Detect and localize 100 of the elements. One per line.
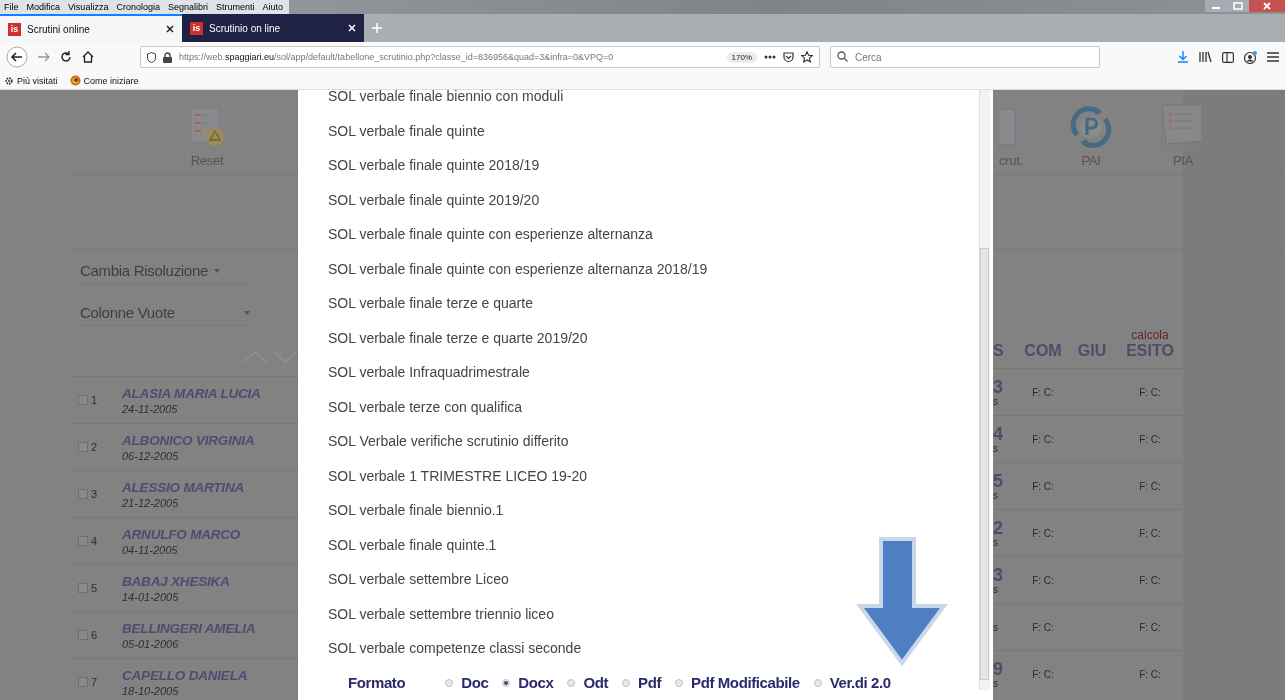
dropdown-label: Colonne Vuote: [80, 304, 175, 321]
table-cell: F: C:: [1139, 668, 1161, 680]
table-cell: F: C:: [1032, 386, 1054, 398]
account-icon[interactable]: [1244, 50, 1257, 64]
plus-icon[interactable]: [372, 23, 382, 33]
sort-chevrons-icon[interactable]: [242, 348, 298, 364]
template-option[interactable]: SOL verbale finale quinte 2019/20: [328, 190, 540, 209]
favicon-icon: is: [190, 21, 203, 35]
format-label: Formato: [348, 674, 406, 692]
menu-item[interactable]: Visualizza: [68, 0, 109, 14]
caret-icon: [244, 310, 250, 315]
grade-note: s: [993, 489, 998, 501]
download-icon[interactable]: [1177, 51, 1189, 63]
browser-tab[interactable]: is Scrutini online: [0, 14, 182, 42]
row-checkbox[interactable]: [78, 395, 88, 405]
more-icon[interactable]: [764, 55, 776, 59]
template-option[interactable]: SOL verbale competenze classi seconde: [328, 639, 582, 657]
gear-icon: [4, 75, 14, 86]
radio-button[interactable]: [502, 678, 511, 687]
menu-item[interactable]: Modifica: [26, 0, 61, 14]
template-option[interactable]: SOL verbale finale quinte.1: [328, 535, 497, 554]
format-option[interactable]: Docx: [502, 674, 554, 692]
template-option[interactable]: SOL verbale finale biennio.1: [328, 501, 504, 519]
caret-icon: [214, 268, 220, 273]
minimize-icon[interactable]: [1205, 0, 1227, 12]
birth-date: 21-12-2005: [122, 496, 180, 509]
globe-icon: [69, 75, 81, 86]
menu-item[interactable]: Strumenti: [215, 0, 255, 14]
template-option[interactable]: SOL verbale finale terze e quarte 2019/20: [328, 328, 588, 347]
format-option[interactable]: Ver.di 2.0: [813, 674, 891, 692]
format-option[interactable]: Pdf Modificabile: [675, 674, 800, 692]
grade-note: s: [993, 536, 998, 548]
menu-item[interactable]: Segnalibri: [167, 0, 208, 14]
grade-note: s: [993, 621, 998, 633]
table-cell: F: C:: [1032, 621, 1054, 633]
back-icon[interactable]: [6, 46, 28, 68]
zoom-level[interactable]: 170%: [726, 51, 757, 63]
template-option[interactable]: SOL verbale settembre triennio liceo: [328, 604, 554, 623]
radio-button[interactable]: [567, 678, 576, 687]
template-option[interactable]: SOL verbale finale quinte 2018/19: [328, 156, 540, 174]
menu-item[interactable]: Aiuto: [262, 0, 283, 14]
row-number: 5: [91, 582, 98, 594]
template-option[interactable]: SOL verbale finale quinte con esperienze alternanza: [328, 225, 653, 243]
star-icon[interactable]: [801, 51, 813, 63]
menu-item[interactable]: File: [4, 0, 19, 14]
template-option[interactable]: SOL verbale finale terze e quarte: [328, 294, 533, 312]
favicon-icon: is: [8, 22, 21, 36]
forward-icon[interactable]: [38, 52, 50, 62]
menu-item[interactable]: Cronologia: [116, 0, 160, 14]
scrollbar[interactable]: [979, 90, 990, 690]
birth-date: 04-11-2005: [122, 543, 179, 556]
row-number: 2: [91, 441, 98, 453]
bookmark-item[interactable]: Più visitati: [4, 75, 58, 86]
birth-date: 24-11-2005: [122, 402, 179, 415]
template-option[interactable]: SOL verbale 1 TRIMESTRE LICEO 19-20: [328, 466, 588, 485]
row-checkbox[interactable]: [78, 489, 88, 499]
address-bar[interactable]: https://web.spaggiari.eu/sol/app/default/tabellone_scrutinio.php?classe_id=836956&quad=3&infra=0&VPQ=0 170%: [140, 46, 820, 68]
table-cell: F: C:: [1032, 668, 1054, 680]
pocket-icon[interactable]: [783, 51, 794, 63]
row-checkbox[interactable]: [78, 442, 88, 452]
reload-icon[interactable]: [60, 51, 72, 63]
shield-icon: [147, 51, 156, 63]
table-cell: F: C:: [1032, 574, 1054, 586]
sidebar-icon[interactable]: [1222, 51, 1234, 63]
table-cell: F: C:: [1139, 621, 1161, 633]
bookmark-item[interactable]: Come iniziare: [69, 75, 139, 86]
close-icon[interactable]: [166, 25, 174, 33]
row-checkbox[interactable]: [78, 536, 88, 546]
table-cell: F: C:: [1032, 480, 1054, 492]
row-checkbox[interactable]: [78, 677, 88, 687]
template-option[interactable]: SOL verbale Infraquadrimestrale: [328, 363, 530, 381]
template-option[interactable]: SOL verbale finale biennio con moduli: [328, 90, 564, 105]
template-option[interactable]: SOL verbale terze con qualifica: [328, 397, 523, 416]
template-option[interactable]: SOL Verbale verifiche scrutinio differito: [328, 432, 569, 450]
search-field[interactable]: Cerca: [830, 46, 1100, 68]
table-cell: F: C:: [1139, 574, 1161, 586]
template-option[interactable]: SOL verbale settembre Liceo: [328, 570, 509, 588]
radio-button[interactable]: [622, 678, 631, 687]
tab-title: Scrutini online: [27, 23, 91, 35]
row-checkbox[interactable]: [78, 583, 88, 593]
birth-date: 06-12-2005: [122, 449, 180, 462]
format-option[interactable]: Doc: [445, 674, 489, 692]
restore-icon[interactable]: [1227, 0, 1249, 12]
browser-tab[interactable]: is Scrutinio on line: [182, 14, 364, 42]
lock-icon: [163, 51, 172, 63]
radio-button[interactable]: [813, 678, 822, 687]
radio-button[interactable]: [675, 678, 684, 687]
list-warning-icon: [188, 107, 226, 149]
bookmark-label: Più visitati: [17, 75, 58, 86]
row-checkbox[interactable]: [78, 630, 88, 640]
menu-icon[interactable]: [1267, 52, 1279, 62]
template-option[interactable]: SOL verbale finale quinte con esperienze alternanza 2018/19: [328, 259, 708, 278]
table-cell: F: C:: [1032, 527, 1054, 539]
format-option[interactable]: Pdf: [622, 674, 662, 692]
radio-button[interactable]: [445, 678, 454, 687]
home-icon[interactable]: [82, 51, 94, 63]
grade-note: s: [993, 442, 998, 454]
template-option[interactable]: SOL verbale finale quinte: [328, 121, 485, 140]
format-option[interactable]: Odt: [567, 674, 609, 692]
library-icon[interactable]: [1199, 51, 1212, 63]
